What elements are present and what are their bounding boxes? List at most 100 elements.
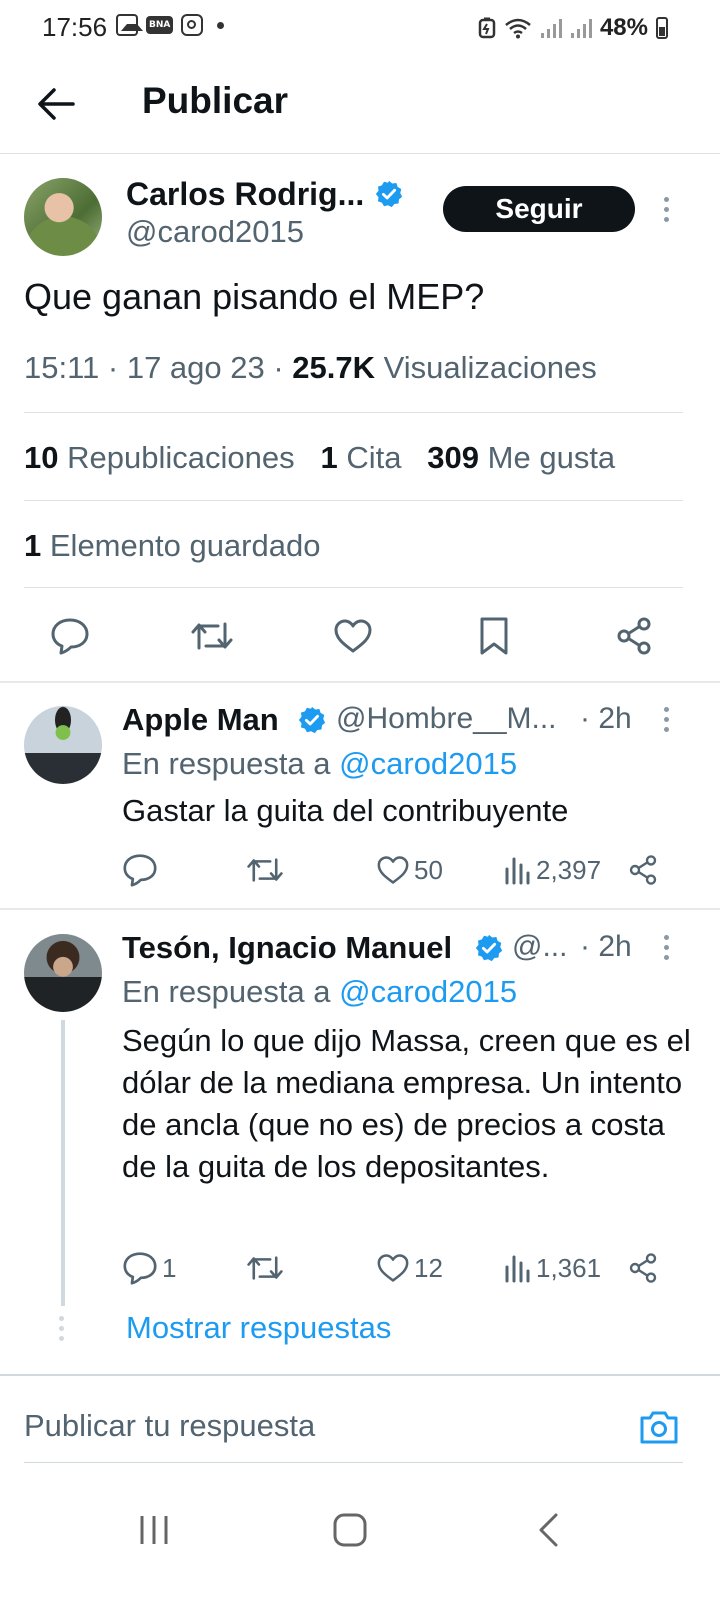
like-button[interactable] [329,612,377,660]
reply-time: · 2h [580,702,632,735]
instagram-icon [181,14,204,36]
reply-composer: Publicar tu respuesta [0,1374,720,1464]
analytics-icon [505,1255,530,1283]
home-button[interactable] [320,1500,380,1560]
reply-button[interactable] [46,612,94,660]
divider [24,412,683,413]
reply-context: En respuesta a @carod2015 [122,746,517,782]
views-count: 1,361 [536,1252,602,1283]
heart-icon [334,619,372,653]
likes-label: Me gusta [487,440,616,475]
system-nav-bar [0,1480,720,1600]
reply-author-name[interactable]: Tesón, Ignacio Manuel [122,930,452,966]
reply-time: · 2h [580,930,632,963]
reply-button[interactable] [122,850,162,890]
author-avatar[interactable] [24,178,102,256]
camera-icon[interactable] [638,1406,680,1448]
repost-button[interactable] [246,850,284,890]
bna-icon: BNA [146,16,174,34]
battery-percentage: 48% [599,14,648,41]
reply-to-link[interactable]: @carod2015 [339,974,517,1009]
divider [24,587,683,588]
repost-icon [247,1256,283,1280]
quotes-count: 1 [320,440,338,475]
bookmarks-label: Elemento guardado [49,528,321,563]
likes-count: 309 [427,440,480,475]
reply-action-bar: 50 2,397 [122,850,682,890]
verified-badge-icon [475,934,503,962]
reply-text: Gastar la guita del contribuyente [122,793,569,828]
like-button[interactable]: 12 [376,1248,443,1288]
verified-badge-icon [298,706,326,734]
more-options-icon[interactable] [656,927,676,967]
heart-icon [377,1254,409,1282]
arrow-left-icon [38,88,75,120]
reply-button[interactable]: 1 [122,1248,176,1288]
follow-button[interactable]: Seguir [443,186,635,232]
status-system-icons: 48% [478,14,668,42]
repost-button[interactable] [246,1248,284,1288]
like-count: 12 [414,1252,443,1283]
notification-dot-icon [217,21,225,29]
thread-line [61,1020,65,1306]
reply-avatar[interactable] [24,934,102,1012]
status-notification-icons: BNA [116,14,225,36]
signal-icon [540,19,562,38]
reply-text: Según lo que dijo Massa, creen que es el… [122,1023,691,1184]
reply-author-handle[interactable]: @Hombre__M... [336,702,557,736]
battery-icon [656,17,668,39]
repost-icon [191,622,233,650]
wifi-icon [505,18,531,39]
quotes-stat[interactable]: 1 Cita [320,440,401,475]
reposts-stat[interactable]: 10 Republicaciones [24,440,295,475]
share-icon [629,855,657,885]
share-button[interactable] [627,850,659,890]
author-handle[interactable]: @carod2015 [126,214,304,250]
recent-apps-button[interactable] [124,1500,184,1560]
share-button[interactable] [627,1248,659,1288]
share-button[interactable] [610,612,658,660]
quotes-label: Cita [346,440,402,475]
views-button[interactable]: 2,397 [504,850,601,890]
bookmarks-count: 1 [24,528,42,563]
recent-apps-icon [140,1516,168,1544]
bookmark-icon [480,617,508,655]
battery-saver-icon [478,17,496,39]
reply-action-bar: 1 12 1,361 [122,1248,682,1288]
likes-stat[interactable]: 309 Me gusta [427,440,615,475]
views-button[interactable]: 1,361 [504,1248,601,1288]
repost-button[interactable] [188,612,236,660]
reposts-label: Republicaciones [67,440,295,475]
composer-divider [24,1462,683,1463]
reply-prefix: En respuesta a [122,746,331,781]
bookmark-button[interactable] [470,612,518,660]
more-options-icon[interactable] [656,189,676,229]
reply-icon [123,854,157,887]
more-options-icon[interactable] [656,699,676,739]
tweet-timestamp[interactable]: 15:11 · 17 ago 23 · [24,350,292,385]
tweet-text: Que ganan pisando el MEP? [24,276,485,317]
reply-input[interactable]: Publicar tu respuesta [24,1408,315,1444]
divider [24,500,683,501]
show-replies-link[interactable]: Mostrar respuestas [126,1310,391,1346]
bookmarks-stat: 1 Elemento guardado [24,528,320,564]
thread-dots [59,1316,64,1341]
home-icon [333,1513,367,1547]
like-button[interactable]: 50 [376,850,443,890]
views-count: 25.7K [292,350,376,385]
reply-to-link[interactable]: @carod2015 [339,746,517,781]
analytics-icon [505,857,530,885]
status-time: 17:56 [42,12,108,42]
reply-context: En respuesta a @carod2015 [122,974,517,1010]
back-button[interactable] [30,78,82,130]
reply-author-name[interactable]: Apple Man [122,702,279,738]
page-header: Publicar [0,56,720,154]
system-back-button[interactable] [518,1500,578,1560]
page-title: Publicar [142,80,288,121]
separator [0,908,720,910]
author-name[interactable]: Carlos Rodrig... [126,176,364,213]
reply-author-handle[interactable]: @... [512,930,567,964]
engagement-stats: 10 Republicaciones 1 Cita 309 Me gusta [24,440,615,476]
status-bar: 17:56 BNA 48% [0,0,720,56]
reply-avatar[interactable] [24,706,102,784]
